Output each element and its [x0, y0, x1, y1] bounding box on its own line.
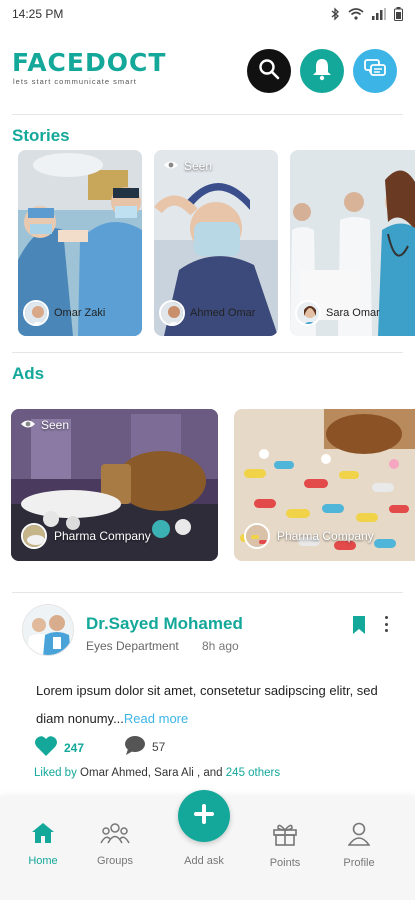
- home-icon: [31, 822, 55, 847]
- plus-icon: [193, 803, 215, 830]
- profile-icon: [347, 822, 371, 849]
- nav-profile[interactable]: Profile: [324, 822, 394, 869]
- stories-divider: [12, 352, 403, 353]
- signal-icon: [372, 8, 386, 20]
- read-more-link[interactable]: Read more: [124, 711, 188, 726]
- like-button[interactable]: 247: [34, 735, 84, 760]
- eye-icon: [163, 159, 179, 173]
- ad-advertiser: Pharma Company: [244, 523, 374, 549]
- story-author-name: Omar Zaki: [54, 307, 106, 319]
- story-card-1[interactable]: Omar Zaki: [18, 150, 142, 336]
- comment-count: 57: [152, 739, 166, 754]
- liked-by-prefix: Liked by: [34, 767, 77, 779]
- notifications-button[interactable]: [300, 49, 344, 93]
- post-text: Lorem ipsum dolor sit amet, consetetur s…: [36, 683, 378, 726]
- nav-points[interactable]: Points: [250, 822, 320, 869]
- avatar: [244, 523, 270, 549]
- liked-by-summary: Liked by Omar Ahmed, Sara Ali , and 245 …: [34, 767, 280, 779]
- nav-points-label: Points: [269, 857, 301, 869]
- avatar: [159, 300, 185, 326]
- liked-by-others-link[interactable]: 245 others: [226, 767, 280, 779]
- nav-profile-label: Profile: [343, 857, 375, 869]
- nav-groups[interactable]: Groups: [80, 822, 150, 867]
- comment-icon: [124, 735, 146, 758]
- stories-title: Stories: [12, 126, 70, 145]
- story-author: Sara Omar: [295, 300, 380, 326]
- search-button[interactable]: [247, 49, 291, 93]
- messages-button[interactable]: [353, 49, 397, 93]
- ad-company-name: Pharma Company: [277, 529, 374, 543]
- app-screen: 14:25 PM FACEDOCT lets start communicate…: [0, 0, 415, 900]
- brand-tagline: lets start communicate smart: [13, 77, 137, 86]
- ad-card-2[interactable]: Pharma Company: [234, 409, 415, 561]
- story-card-2[interactable]: Seen Ahmed Omar: [154, 150, 278, 336]
- avatar: [295, 300, 321, 326]
- search-icon: [258, 58, 280, 85]
- brand-logo: FACEDOCT: [12, 48, 167, 77]
- status-time: 14:25 PM: [12, 7, 64, 21]
- gift-icon: [272, 822, 298, 849]
- post-body: Lorem ipsum dolor sit amet, consetetur s…: [36, 677, 386, 733]
- ad-seen-indicator: Seen: [20, 418, 69, 432]
- groups-icon: [100, 822, 130, 847]
- ads-divider: [12, 592, 403, 593]
- add-ask-button[interactable]: [178, 790, 230, 842]
- ad-advertiser: Pharma Company: [21, 523, 151, 549]
- like-count: 247: [64, 740, 85, 755]
- wifi-icon: [348, 8, 364, 20]
- chat-bubbles-icon: [363, 58, 387, 85]
- post-author-department: Eyes Department: [86, 639, 179, 653]
- nav-home[interactable]: Home: [8, 822, 78, 867]
- status-bar: 14:25 PM: [0, 0, 415, 28]
- eye-icon: [20, 418, 36, 432]
- ad-company-name: Pharma Company: [54, 529, 151, 543]
- post-more-button[interactable]: [380, 614, 392, 634]
- comment-button[interactable]: 57: [124, 735, 165, 758]
- bell-icon: [311, 57, 333, 86]
- more-vertical-icon: [384, 616, 388, 619]
- bookmark-icon: [352, 616, 366, 638]
- post-timestamp: 8h ago: [202, 639, 239, 653]
- story-seen-indicator: Seen: [163, 159, 212, 173]
- heart-icon: [34, 735, 58, 760]
- avatar: [23, 300, 49, 326]
- story-author: Omar Zaki: [23, 300, 105, 326]
- post-author-avatar[interactable]: [22, 604, 74, 656]
- post-author-name[interactable]: Dr.Sayed Mohamed: [86, 614, 243, 634]
- ad-card-1[interactable]: Seen Pharma Company: [11, 409, 218, 561]
- story-card-3[interactable]: Sara Omar: [290, 150, 415, 336]
- story-author-name: Ahmed Omar: [190, 307, 256, 319]
- bluetooth-icon: [330, 7, 340, 21]
- nav-home-label: Home: [28, 855, 58, 867]
- header-divider: [12, 114, 403, 115]
- seen-label: Seen: [41, 418, 70, 432]
- seen-label: Seen: [184, 159, 213, 173]
- story-author-name: Sara Omar: [326, 307, 380, 319]
- story-author: Ahmed Omar: [159, 300, 255, 326]
- ads-title: Ads: [12, 364, 45, 383]
- nav-groups-label: Groups: [96, 855, 134, 867]
- battery-icon: [394, 7, 403, 21]
- bookmark-button[interactable]: [352, 616, 366, 639]
- avatar: [21, 523, 47, 549]
- nav-add-label: Add ask: [184, 855, 224, 867]
- liked-by-names: Omar Ahmed, Sara Ali , and: [76, 767, 226, 779]
- status-icons: [330, 7, 403, 21]
